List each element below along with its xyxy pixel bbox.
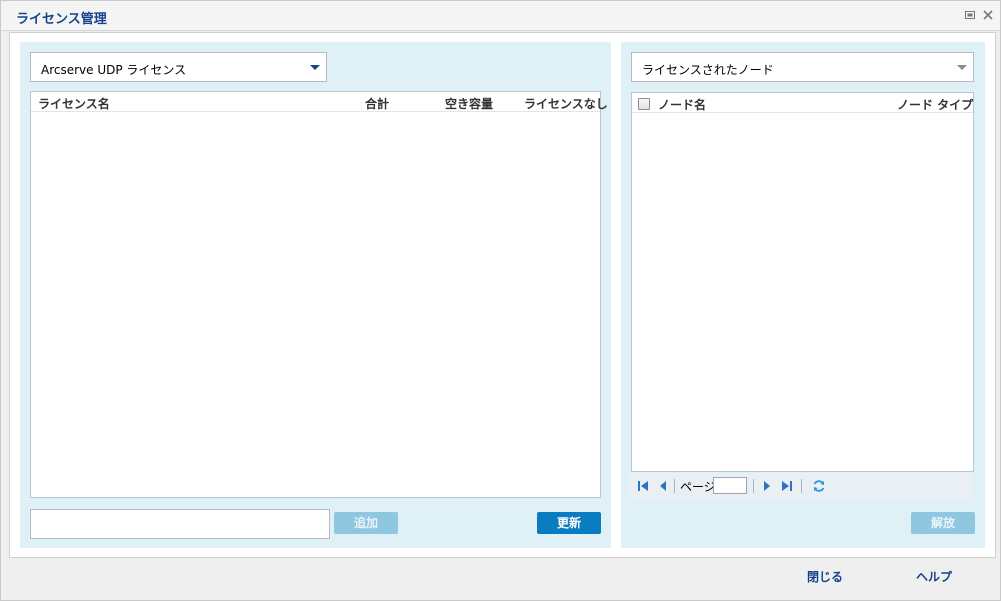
node-grid-header: ノード名 ノード タイプ xyxy=(632,93,973,113)
pagination-toolbar: ページ xyxy=(629,473,973,499)
license-management-dialog: ライセンス管理 Arcserve UDP ライセンス ライセンス名 合計 空き容… xyxy=(0,0,1001,601)
dialog-title: ライセンス管理 xyxy=(16,12,107,27)
page-label: ページ xyxy=(680,480,716,494)
release-button[interactable]: 解放 xyxy=(911,512,975,534)
close-link[interactable]: 閉じる xyxy=(807,568,843,585)
pager-separator xyxy=(674,479,675,493)
dialog-body: Arcserve UDP ライセンス ライセンス名 合計 空き容量 ライセンスな… xyxy=(9,32,996,558)
refresh-icon[interactable] xyxy=(812,479,826,493)
license-key-input[interactable] xyxy=(30,509,330,539)
node-filter-select-value: ライセンスされたノード xyxy=(642,63,774,77)
column-total[interactable]: 合計 xyxy=(365,95,389,112)
node-grid: ノード名 ノード タイプ xyxy=(631,92,974,472)
pager-separator xyxy=(753,479,754,493)
page-number-input[interactable] xyxy=(713,477,747,494)
next-page-icon[interactable] xyxy=(761,480,773,492)
column-node-type[interactable]: ノード タイプ xyxy=(897,96,973,113)
license-grid-header: ライセンス名 合計 空き容量 ライセンスなし xyxy=(31,92,608,112)
previous-page-icon[interactable] xyxy=(657,480,669,492)
node-filter-select[interactable]: ライセンスされたノード xyxy=(631,52,974,82)
license-grid: ライセンス名 合計 空き容量 ライセンスなし xyxy=(30,91,608,498)
select-all-checkbox[interactable] xyxy=(638,98,650,110)
product-select[interactable]: Arcserve UDP ライセンス xyxy=(30,52,327,82)
license-panel: Arcserve UDP ライセンス ライセンス名 合計 空き容量 ライセンスな… xyxy=(20,42,611,548)
last-page-icon[interactable] xyxy=(781,480,793,492)
update-button[interactable]: 更新 xyxy=(537,512,601,534)
close-icon[interactable] xyxy=(982,9,994,21)
chevron-down-icon[interactable] xyxy=(957,65,967,70)
chevron-down-icon[interactable] xyxy=(310,65,320,70)
product-select-value: Arcserve UDP ライセンス xyxy=(41,63,187,77)
column-node-name[interactable]: ノード名 xyxy=(658,96,706,113)
title-bar: ライセンス管理 xyxy=(1,1,1000,31)
first-page-icon[interactable] xyxy=(637,480,649,492)
pager-separator xyxy=(801,479,802,493)
add-button[interactable]: 追加 xyxy=(334,512,398,534)
help-link[interactable]: ヘルプ xyxy=(916,568,952,585)
column-license-name[interactable]: ライセンス名 xyxy=(38,95,110,112)
column-unlicensed[interactable]: ライセンスなし xyxy=(524,95,608,112)
node-panel: ライセンスされたノード ノード名 ノード タイプ ページ 解放 xyxy=(621,42,985,548)
restore-window-icon[interactable] xyxy=(964,9,976,21)
column-free-capacity[interactable]: 空き容量 xyxy=(445,95,493,112)
